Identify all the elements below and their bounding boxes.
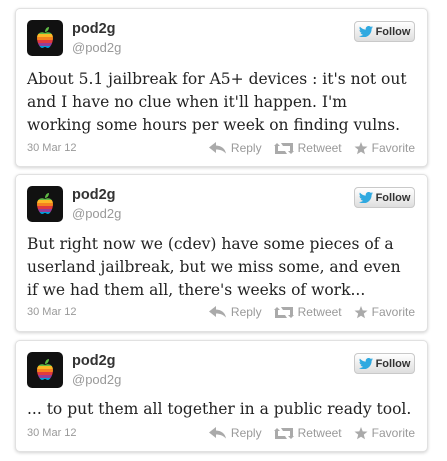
star-icon [354, 426, 368, 439]
favorite-label: Favorite [371, 305, 415, 319]
favorite-button[interactable]: Favorite [354, 304, 415, 320]
reply-arrow-icon [208, 306, 226, 318]
star-icon [354, 305, 368, 318]
favorite-label: Favorite [371, 141, 415, 155]
retweet-label: Retweet [297, 141, 342, 155]
star-icon [354, 141, 368, 154]
tweet-meta: 30 Mar 12 Reply Retweet Favorite [27, 140, 415, 156]
retweet-label: Retweet [297, 426, 342, 440]
retweet-icon [273, 427, 294, 439]
user-handle[interactable]: @pod2g [72, 40, 121, 55]
follow-label: Follow [375, 357, 411, 370]
tweet-card: pod2g @pod2g Follow ... to put them all … [15, 340, 428, 452]
retweet-icon [273, 306, 294, 318]
tweet-meta: 30 Mar 12 Reply Retweet Favorite [27, 304, 415, 320]
retweet-button[interactable]: Retweet [273, 425, 342, 441]
favorite-button[interactable]: Favorite [354, 425, 415, 441]
retweet-button[interactable]: Retweet [273, 304, 342, 320]
reply-button[interactable]: Reply [208, 140, 262, 156]
follow-button[interactable]: Follow [354, 187, 415, 208]
tweet-actions: Reply Retweet Favorite [208, 425, 415, 441]
follow-label: Follow [375, 191, 411, 204]
avatar[interactable] [27, 20, 63, 56]
tweet-meta: 30 Mar 12 Reply Retweet Favorite [27, 425, 415, 441]
follow-button[interactable]: Follow [354, 21, 415, 42]
reply-arrow-icon [208, 142, 226, 154]
tweet-date[interactable]: 30 Mar 12 [27, 140, 77, 156]
reply-label: Reply [230, 305, 262, 319]
tweet-text: But right now we (cdev) have some pieces… [27, 235, 401, 299]
tweet-date[interactable]: 30 Mar 12 [27, 425, 77, 441]
favorite-label: Favorite [371, 426, 415, 440]
tweet-card: pod2g @pod2g Follow But right now we (cd… [15, 174, 428, 332]
user-handle[interactable]: @pod2g [72, 206, 121, 221]
follow-button[interactable]: Follow [354, 353, 415, 374]
retweet-button[interactable]: Retweet [273, 140, 342, 156]
follow-label: Follow [375, 25, 411, 38]
twitter-bird-icon [358, 192, 373, 203]
retweet-icon [273, 142, 294, 154]
user-handle[interactable]: @pod2g [72, 372, 121, 387]
avatar[interactable] [27, 186, 63, 222]
apple-logo-icon [37, 193, 53, 214]
favorite-button[interactable]: Favorite [354, 140, 415, 156]
avatar[interactable] [27, 352, 63, 388]
retweet-label: Retweet [297, 305, 342, 319]
twitter-bird-icon [358, 358, 373, 369]
reply-label: Reply [230, 426, 262, 440]
tweet-text: About 5.1 jailbreak for A5+ devices : it… [27, 70, 407, 134]
twitter-bird-icon [358, 26, 373, 37]
tweet-actions: Reply Retweet Favorite [208, 304, 415, 320]
tweet-text: ... to put them all together in a public… [27, 400, 412, 418]
user-name[interactable]: pod2g [72, 353, 116, 369]
reply-arrow-icon [208, 427, 226, 439]
apple-logo-icon [37, 359, 53, 380]
user-name[interactable]: pod2g [72, 21, 116, 37]
reply-label: Reply [230, 141, 262, 155]
reply-button[interactable]: Reply [208, 304, 262, 320]
apple-logo-icon [37, 27, 53, 48]
user-name[interactable]: pod2g [72, 187, 116, 203]
reply-button[interactable]: Reply [208, 425, 262, 441]
tweet-card: pod2g @pod2g Follow About 5.1 jailbreak … [15, 8, 428, 167]
tweet-actions: Reply Retweet Favorite [208, 140, 415, 156]
tweet-date[interactable]: 30 Mar 12 [27, 304, 77, 320]
